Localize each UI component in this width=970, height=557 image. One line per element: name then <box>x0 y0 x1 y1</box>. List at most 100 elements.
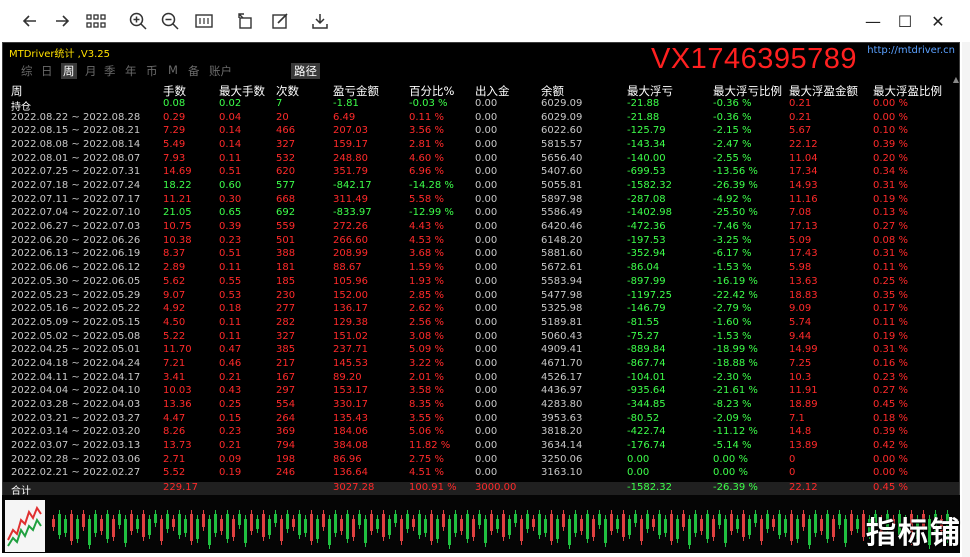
tab-5[interactable]: 年 <box>125 63 137 79</box>
table-row[interactable]: 2022.02.28 ~ 2022.03.06 2.71 0.09 198 86.96 2… <box>3 454 953 468</box>
table-row[interactable]: 2022.04.11 ~ 2022.04.17 3.41 0.21 167 89.20 2… <box>3 372 953 386</box>
table-row[interactable]: 2022.03.14 ~ 2022.03.20 8.26 0.23 369 184.06… <box>3 426 953 440</box>
back-arrow-icon[interactable] <box>18 9 42 33</box>
candle-body <box>448 519 451 545</box>
table-cell: 5897.98 <box>541 193 583 205</box>
table-cell: 5583.94 <box>541 275 583 287</box>
candle-body <box>250 514 253 531</box>
scroll-up-icon[interactable]: ▲ <box>953 75 959 84</box>
table-cell: 0.60 <box>219 180 242 192</box>
zoom-out-icon[interactable] <box>158 9 182 33</box>
column-header[interactable]: 盈亏金额 <box>333 83 379 99</box>
table-cell: 0.14 <box>219 139 242 151</box>
column-header[interactable]: 次数 <box>276 83 299 99</box>
table-row[interactable]: 2022.06.27 ~ 2022.07.03 10.75 0.39 559 272.2… <box>3 221 953 235</box>
candle-body <box>292 519 295 527</box>
tab-1[interactable]: 日 <box>41 63 53 79</box>
table-row[interactable]: 2022.05.02 ~ 2022.05.08 5.22 0.11 327 151.02… <box>3 331 953 345</box>
table-row[interactable]: 2022.07.25 ~ 2022.07.31 14.69 0.51 620 351.7… <box>3 166 953 180</box>
table-row[interactable]: 2022.04.18 ~ 2022.04.24 7.21 0.46 217 145.53… <box>3 358 953 372</box>
website-link[interactable]: http://mtdriver.cn <box>867 45 955 56</box>
table-cell: 4.51 % <box>409 467 444 479</box>
tab-2[interactable]: 周 <box>61 63 77 79</box>
column-header[interactable]: 最大浮亏比例 <box>713 83 782 99</box>
table-cell: 5656.40 <box>541 152 583 164</box>
table-row[interactable]: 2022.07.04 ~ 2022.07.10 21.05 0.65 692 -833.… <box>3 207 953 221</box>
table-row[interactable]: 2022.03.21 ~ 2022.03.27 4.47 0.15 264 135.43… <box>3 413 953 427</box>
table-row[interactable]: 2022.05.23 ~ 2022.05.29 9.07 0.53 230 152.00… <box>3 290 953 304</box>
table-row[interactable]: 2022.04.04 ~ 2022.04.10 10.03 0.43 297 153.1… <box>3 385 953 399</box>
tab-9[interactable]: 账户 <box>209 63 232 79</box>
maximize-button[interactable]: ☐ <box>890 9 920 33</box>
column-header[interactable]: 百分比% <box>409 83 454 99</box>
column-header[interactable]: 最大浮盈金额 <box>789 83 858 99</box>
table-row[interactable]: 2022.08.01 ~ 2022.08.07 7.93 0.11 532 248.80… <box>3 153 953 167</box>
candle-body <box>538 514 541 535</box>
table-row[interactable]: 2022.07.11 ~ 2022.07.17 11.21 0.30 668 311.4… <box>3 194 953 208</box>
candle-body <box>748 519 751 535</box>
side-scrollbar[interactable] <box>962 42 970 557</box>
table-row[interactable]: 2022.05.16 ~ 2022.05.22 4.92 0.18 277 136.17… <box>3 303 953 317</box>
table-row[interactable]: 2022.06.06 ~ 2022.06.12 2.89 0.11 181 88.67 1… <box>3 262 953 276</box>
column-header[interactable]: 手数 <box>163 83 186 99</box>
candle-body <box>496 519 499 529</box>
table-cell: -22.42 % <box>713 289 758 301</box>
table-cell: 5407.60 <box>541 166 583 178</box>
candle-body <box>838 514 841 525</box>
column-header[interactable]: 最大手数 <box>219 83 265 99</box>
table-cell: 5881.60 <box>541 248 583 260</box>
close-button[interactable]: ✕ <box>923 9 953 33</box>
download-icon[interactable] <box>308 9 332 33</box>
candle-body <box>442 514 445 527</box>
table-row[interactable]: 2022.03.28 ~ 2022.04.03 13.36 0.25 554 330.1… <box>3 399 953 413</box>
table-cell: 237.71 <box>333 344 368 356</box>
grid-view-icon[interactable] <box>84 9 108 33</box>
column-header[interactable]: 最大浮盈比例 <box>873 83 942 99</box>
zoom-in-icon[interactable] <box>126 9 150 33</box>
tab-6[interactable]: 币 <box>146 63 158 79</box>
candle-body <box>622 514 625 537</box>
table-row[interactable]: 2022.08.22 ~ 2022.08.28 0.29 0.04 20 6.49 0.1… <box>3 112 953 126</box>
column-header[interactable]: 余额 <box>541 83 564 99</box>
table-row[interactable]: 2022.08.15 ~ 2022.08.21 7.29 0.14 466 207.03… <box>3 125 953 139</box>
table-cell: 0.04 <box>219 111 242 123</box>
forward-arrow-icon[interactable] <box>50 9 74 33</box>
table-row[interactable]: 2022.07.18 ~ 2022.07.24 18.22 0.60 577 -842.… <box>3 180 953 194</box>
edit-icon[interactable] <box>268 9 292 33</box>
table-cell: 18.22 <box>163 180 192 192</box>
column-header[interactable]: 最大浮亏 <box>627 83 673 99</box>
table-row[interactable]: 2022.08.08 ~ 2022.08.14 5.49 0.14 327 159.17… <box>3 139 953 153</box>
table-row[interactable]: 2022.05.30 ~ 2022.06.05 5.62 0.55 185 105.96… <box>3 276 953 290</box>
table-row[interactable]: 2022.05.09 ~ 2022.05.15 4.50 0.11 282 129.38… <box>3 317 953 331</box>
rotate-icon[interactable] <box>234 9 258 33</box>
tab-7[interactable]: M <box>168 63 178 77</box>
candle-body <box>472 519 475 537</box>
table-cell: 0.17 % <box>873 303 908 315</box>
tab-4[interactable]: 季 <box>104 63 116 79</box>
path-button[interactable]: 路径 <box>291 63 320 79</box>
mini-chart-thumbnail[interactable] <box>5 500 45 552</box>
table-row[interactable]: 2022.02.21 ~ 2022.02.27 5.52 0.19 246 136.64… <box>3 467 953 481</box>
table-cell: 11.16 <box>789 193 818 205</box>
table-row[interactable]: 2022.06.13 ~ 2022.06.19 8.37 0.51 388 208.99… <box>3 248 953 262</box>
table-cell: 0.00 <box>475 207 498 219</box>
candle-body <box>52 519 55 527</box>
table-cell: 0.00 <box>475 98 498 109</box>
tab-3[interactable]: 月 <box>85 63 97 79</box>
table-cell: -3.25 % <box>713 234 752 246</box>
table-cell: 89.20 <box>333 371 362 383</box>
table-row[interactable]: 持仓 0.08 0.02 7 -1.81 -0.03 % 0.00 6029.09 -21.88… <box>3 98 953 113</box>
table-cell: 0.00 <box>475 166 498 178</box>
fit-screen-icon[interactable] <box>192 9 216 33</box>
table-row[interactable]: 2022.03.07 ~ 2022.03.13 13.73 0.21 794 384.0… <box>3 440 953 454</box>
candle-body <box>76 519 79 539</box>
column-header[interactable]: 出入金 <box>475 83 510 99</box>
tab-8[interactable]: 备 <box>188 63 200 79</box>
table-row[interactable]: 2022.06.20 ~ 2022.06.26 10.38 0.23 501 266.6… <box>3 235 953 249</box>
tab-0[interactable]: 综 <box>21 63 33 79</box>
candle-body <box>208 519 211 545</box>
table-cell: -699.53 <box>627 166 666 178</box>
column-header[interactable]: 周 <box>11 83 23 99</box>
minimize-button[interactable]: — <box>858 9 888 33</box>
table-row[interactable]: 2022.04.25 ~ 2022.05.01 11.70 0.47 385 237.7… <box>3 344 953 358</box>
